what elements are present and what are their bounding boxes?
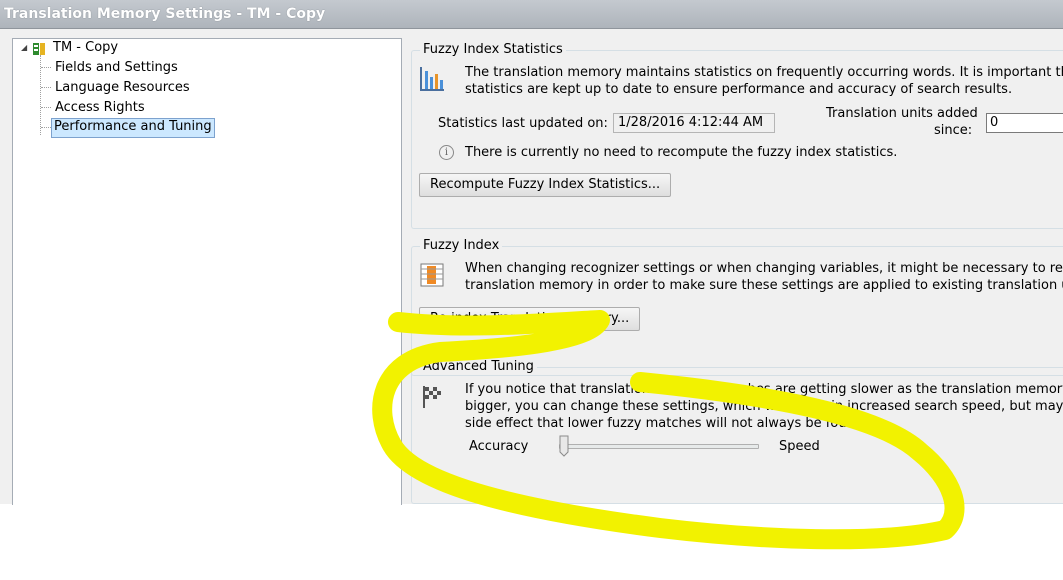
window-title: Translation Memory Settings - TM - Copy bbox=[4, 6, 326, 22]
description-line: side effect that lower fuzzy matches wil… bbox=[465, 416, 868, 431]
settings-tree: ◢ TM - Copy Fields and Settings Language… bbox=[12, 38, 402, 505]
tree-root-tm-copy[interactable]: TM - Copy bbox=[51, 39, 120, 57]
translation-units-added-field: 0 bbox=[986, 113, 1063, 133]
accuracy-speed-slider[interactable] bbox=[559, 444, 759, 449]
info-icon: i bbox=[439, 145, 454, 160]
description-line: bigger, you can change these settings, w… bbox=[465, 399, 1063, 414]
reindex-translation-memory-button[interactable]: Re-index Translation Memory... bbox=[419, 307, 641, 331]
reindex-icon bbox=[420, 263, 444, 287]
dialog-body: ◢ TM - Copy Fields and Settings Language… bbox=[0, 29, 1063, 505]
description-line: If you notice that translation memory se… bbox=[465, 382, 1063, 397]
tree-item-access-rights[interactable]: Access Rights bbox=[53, 99, 147, 117]
statistics-last-updated-field: 1/28/2016 4:12:44 AM bbox=[613, 113, 775, 133]
advanced-tuning-group: Advanced Tuning If you notice that trans… bbox=[411, 359, 1063, 504]
group-title: Fuzzy Index bbox=[420, 238, 503, 253]
tree-connector bbox=[41, 107, 51, 108]
recompute-info-message: There is currently no need to recompute … bbox=[465, 145, 898, 160]
recompute-fuzzy-index-statistics-button[interactable]: Recompute Fuzzy Index Statistics... bbox=[419, 173, 672, 197]
settings-panel: Fuzzy Index Statistics The translation m… bbox=[402, 29, 1063, 504]
translation-units-added-since-label: since: bbox=[934, 123, 973, 138]
description-line: statistics are kept up to date to ensure… bbox=[465, 82, 1013, 97]
advanced-tuning-description: If you notice that translation memory se… bbox=[465, 381, 1063, 432]
slider-speed-label: Speed bbox=[779, 439, 820, 454]
translation-units-added-label: Translation units added bbox=[826, 106, 978, 121]
slider-accuracy-label: Accuracy bbox=[469, 439, 529, 454]
collapse-toggle-icon[interactable]: ◢ bbox=[21, 44, 29, 52]
statistics-last-updated-label: Statistics last updated on: bbox=[438, 116, 608, 131]
fuzzy-index-group: Fuzzy Index When changing recognizer set… bbox=[411, 238, 1063, 376]
tree-item-language-resources[interactable]: Language Resources bbox=[53, 79, 192, 97]
fuzzy-index-statistics-group: Fuzzy Index Statistics The translation m… bbox=[411, 42, 1063, 229]
translation-memory-icon bbox=[33, 43, 45, 55]
group-title: Advanced Tuning bbox=[420, 359, 537, 374]
tree-connector bbox=[41, 87, 51, 88]
window-titlebar: Translation Memory Settings - TM - Copy bbox=[0, 0, 1063, 29]
tree-connector bbox=[41, 127, 51, 128]
description-line: When changing recognizer settings or whe… bbox=[465, 261, 1063, 276]
slider-thumb[interactable] bbox=[559, 435, 569, 457]
tree-item-performance-and-tuning[interactable]: Performance and Tuning bbox=[51, 118, 215, 138]
checkered-flag-icon bbox=[423, 386, 441, 408]
description-line: translation memory in order to make sure… bbox=[465, 278, 1063, 293]
statistics-icon bbox=[420, 67, 444, 91]
fuzzy-statistics-description: The translation memory maintains statist… bbox=[465, 64, 1063, 98]
group-title: Fuzzy Index Statistics bbox=[420, 42, 566, 57]
description-line: The translation memory maintains statist… bbox=[465, 65, 1063, 80]
tree-connector bbox=[41, 67, 51, 68]
fuzzy-index-description: When changing recognizer settings or whe… bbox=[465, 260, 1063, 294]
tree-item-fields-and-settings[interactable]: Fields and Settings bbox=[53, 59, 180, 77]
